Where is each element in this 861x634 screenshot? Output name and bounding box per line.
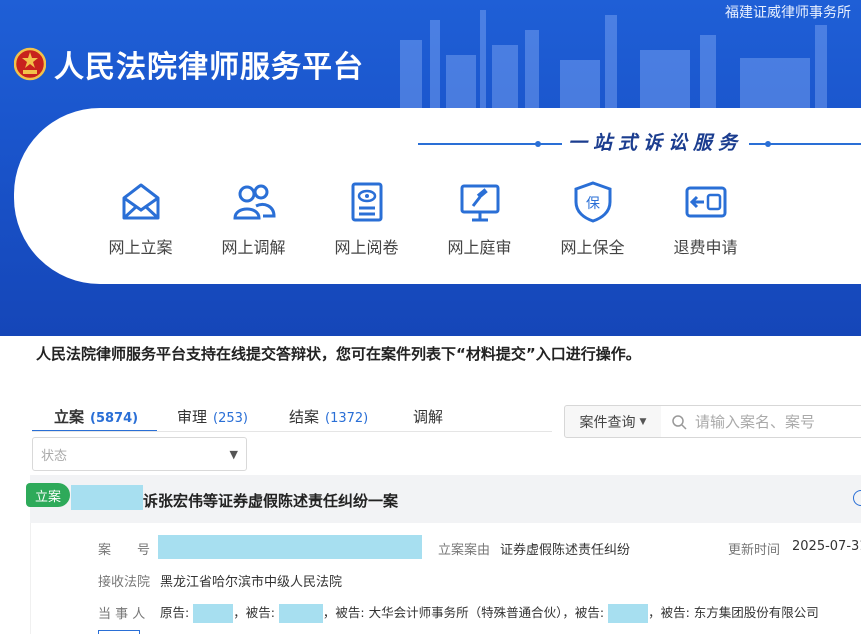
defendant-label: ，被告:: [322, 605, 365, 620]
search-type-label: 案件查询: [579, 414, 636, 431]
parties-value: 原告: ，被告: ，被告: 大华会计师事务所（特殊普通合伙），被告: ，被告: …: [160, 602, 819, 623]
service-refund-application[interactable]: 退费申请: [649, 180, 762, 258]
tab-count: (1372): [325, 411, 369, 426]
redacted-case-number: [158, 535, 422, 559]
law-firm-name: 福建证威律师事务所: [725, 5, 851, 21]
case-title[interactable]: 诉张宏伟等证券虚假陈述责任纠纷一案: [143, 490, 398, 511]
service-list: 网上立案 网上调解 网上阅卷 网上庭审 保 网上保全 退费申请: [84, 180, 762, 258]
defendant-label: ，被告:: [233, 605, 275, 620]
redacted-plaintiff-name: [71, 485, 143, 510]
service-online-file-review[interactable]: 网上阅卷: [310, 180, 423, 258]
search-field: [661, 405, 861, 438]
document-eye-icon: [351, 182, 382, 222]
envelope-icon: [122, 183, 159, 220]
redacted-party: [608, 604, 649, 623]
case-status-badge: 立案: [26, 483, 70, 507]
parties-label: 当 事 人: [98, 607, 146, 622]
service-label: 网上庭审: [447, 238, 512, 257]
notice-text: 人民法院律师服务平台支持在线提交答辩状，您可在案件列表下“材料提交”入口进行操作…: [36, 345, 641, 363]
svg-text:保: 保: [586, 196, 600, 212]
tab-label: 审理: [177, 408, 208, 426]
search-input[interactable]: [695, 412, 861, 431]
case-cause-label: 立案案由: [438, 543, 491, 558]
status-placeholder: 状态: [41, 448, 68, 464]
platform-title: 人民法院律师服务平台: [54, 50, 364, 85]
tab-label: 结案: [289, 408, 320, 426]
caret-down-icon: ▼: [229, 447, 238, 461]
gavel-screen-icon: [460, 184, 499, 222]
service-card: 一站式诉讼服务 网上立案 网上调解 网上阅卷 网上庭审 保 网上保全 退费申请: [14, 108, 861, 284]
plaintiff-label: 原告:: [160, 605, 190, 620]
case-number-label: 案 号: [98, 543, 151, 558]
slogan: 一站式诉讼服务: [562, 128, 750, 155]
service-label: 退费申请: [673, 238, 738, 257]
service-online-hearing[interactable]: 网上庭审: [423, 180, 536, 258]
status-filter-select[interactable]: 状态 ▼: [32, 437, 247, 471]
people-icon: [232, 184, 276, 220]
tab-filing[interactable]: 立案 (5874): [32, 402, 157, 432]
redacted-party: [278, 604, 323, 623]
tab-closed[interactable]: 结案 (1372): [269, 402, 393, 432]
refund-icon: [685, 186, 726, 218]
tabs-divider: [32, 431, 552, 432]
defendant-name: 东方集团股份有限公司: [693, 605, 819, 620]
redacted-party: [193, 604, 234, 623]
defendant-name: 大华会计师事务所（特殊普通合伙）: [368, 605, 563, 620]
defendant-label: ，被告:: [648, 605, 690, 620]
search-icon[interactable]: [671, 414, 687, 430]
case-status-tabs: 立案 (5874) 审理 (253) 结案 (1372) 调解: [32, 402, 463, 432]
court-value: 黑龙江省哈尔滨市中级人民法院: [160, 575, 343, 590]
service-label: 网上保全: [560, 238, 625, 257]
service-label: 网上立案: [108, 238, 173, 257]
court-label: 接收法院: [98, 575, 151, 590]
service-online-filing[interactable]: 网上立案: [84, 180, 197, 258]
service-label: 网上调解: [221, 238, 286, 257]
tab-mediation[interactable]: 调解: [393, 402, 463, 432]
service-label: 网上阅卷: [334, 238, 399, 257]
caret-down-icon: ▼: [639, 416, 647, 427]
platform-brand[interactable]: 人民法院律师服务平台: [14, 42, 364, 86]
updated-time-value: 2025-07-31: [792, 539, 861, 554]
tab-label: 立案: [54, 408, 85, 426]
service-online-preservation[interactable]: 保 网上保全: [536, 180, 649, 258]
defendant-label: ，被告:: [562, 605, 605, 620]
tab-count: (5874): [90, 411, 139, 426]
service-online-mediation[interactable]: 网上调解: [197, 180, 310, 258]
court-emblem-icon: [14, 47, 46, 81]
search-type-dropdown[interactable]: 案件查询 ▼: [564, 405, 662, 438]
shield-icon: 保: [574, 181, 611, 223]
action-button-edge[interactable]: [98, 630, 140, 634]
updated-time-label: 更新时间: [728, 543, 781, 558]
tab-trial[interactable]: 审理 (253): [157, 402, 269, 432]
header-banner: 福建证威律师事务所 人民法院律师服务平台 一站式诉讼服务 网上立案 网上调解 网…: [0, 0, 861, 336]
tab-label: 调解: [413, 408, 444, 426]
tab-count: (253): [213, 411, 248, 426]
case-cause-value: 证券虚假陈述责任纠纷: [500, 543, 631, 558]
